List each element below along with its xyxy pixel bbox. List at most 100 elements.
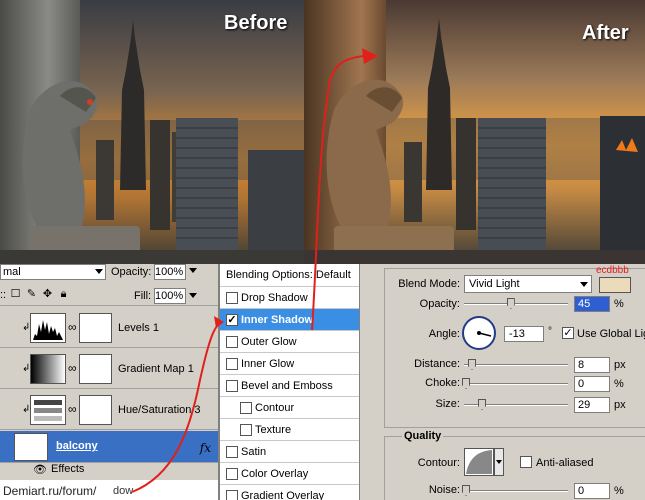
chain-link-icon[interactable]: ∞ — [68, 361, 77, 375]
layers-top-row: mal Opacity: 100% — [0, 264, 218, 283]
layer-mask-thumbnail[interactable] — [79, 354, 112, 384]
layer-name: balcony — [56, 440, 98, 452]
style-checkbox[interactable] — [240, 424, 252, 436]
size-unit: px — [614, 399, 626, 411]
color-hex-note: ecdbbb — [596, 265, 629, 276]
style-checkbox[interactable] — [226, 446, 238, 458]
lock-position-move-icon[interactable]: ✥ — [42, 289, 53, 300]
style-checkbox[interactable] — [226, 468, 238, 480]
chevron-down-icon — [95, 269, 103, 274]
style-item-texture[interactable]: Texture — [220, 418, 359, 440]
chevron-down-icon — [496, 460, 502, 464]
style-checkbox[interactable] — [226, 292, 238, 304]
opacity-slider[interactable] — [464, 298, 568, 310]
use-global-light-label: Use Global Light — [577, 328, 645, 340]
fill-dropdown-icon[interactable] — [189, 293, 197, 298]
lock-transparent-icon[interactable]: ☐ — [10, 289, 21, 300]
style-item-label: Gradient Overlay — [241, 490, 325, 500]
distance-input[interactable]: 8 — [574, 357, 610, 373]
slider-thumb[interactable] — [462, 378, 470, 389]
slider-track — [464, 364, 568, 366]
slider-track — [464, 490, 568, 492]
size-input[interactable]: 29 — [574, 397, 610, 413]
distance-slider[interactable] — [464, 359, 568, 371]
layer-row-balcony[interactable]: balcony fx — [0, 431, 218, 463]
style-checkbox[interactable]: ✓ — [226, 314, 238, 326]
layer-blend-mode-select[interactable]: mal — [0, 264, 106, 280]
style-item-satin[interactable]: Satin — [220, 440, 359, 462]
fx-icon[interactable]: fx — [200, 441, 211, 455]
effects-label: Effects — [51, 463, 85, 475]
style-item-label: Contour — [255, 402, 295, 414]
angle-dial[interactable] — [462, 316, 496, 350]
lock-all-icon[interactable]: 🔒︎ — [58, 289, 69, 300]
style-checkbox[interactable] — [226, 358, 238, 370]
chain-link-icon[interactable]: ∞ — [68, 402, 77, 416]
watermark-bar: Demiart.ru/forum/ dow — [0, 480, 218, 500]
style-item-inner-glow[interactable]: Inner Glow — [220, 352, 359, 374]
choke-slider[interactable] — [462, 378, 568, 390]
style-checkbox[interactable] — [226, 490, 238, 500]
slider-thumb[interactable] — [478, 399, 486, 410]
layer-blend-mode-value: mal — [3, 266, 21, 278]
layer-opacity-label: Opacity: — [111, 266, 152, 278]
style-checkbox[interactable] — [226, 336, 238, 348]
contour-preview[interactable] — [464, 448, 494, 476]
effects-row[interactable]: 👁︎ Effects — [0, 460, 218, 478]
layer-name: Gradient Map 1 — [118, 363, 194, 375]
fill-input[interactable]: 100% — [154, 288, 186, 304]
noise-slider[interactable] — [462, 485, 568, 497]
layer-opacity-input[interactable]: 100% — [154, 264, 186, 280]
chain-link-icon[interactable]: ∞ — [68, 320, 77, 334]
layer-row-levels[interactable]: ↲ ∞ Levels 1 — [0, 308, 218, 348]
style-item-contour[interactable]: Contour — [220, 396, 359, 418]
slider-thumb[interactable] — [506, 298, 515, 309]
quality-title: Quality — [402, 430, 444, 442]
degree-symbol: ° — [548, 326, 552, 337]
style-item-label: Inner Glow — [241, 358, 295, 370]
style-item-label: Bevel and Emboss — [241, 380, 333, 392]
lock-label: :: — [0, 289, 7, 301]
inner-shadow-settings: ecdbbb Blend Mode: Vivid Light Opacity: … — [360, 264, 645, 500]
style-checkbox[interactable] — [226, 380, 238, 392]
layer-row-hue-saturation[interactable]: ↲ ∞ Hue/Saturation 3 — [0, 390, 218, 430]
anti-aliased-label: Anti-aliased — [536, 457, 594, 469]
size-slider[interactable] — [464, 399, 568, 411]
blending-options-header[interactable]: Blending Options: Default — [220, 264, 359, 286]
angle-input[interactable]: -13 — [504, 326, 544, 342]
blend-mode-select[interactable]: Vivid Light — [464, 275, 592, 293]
lock-image-brush-icon[interactable]: ✎ — [26, 289, 37, 300]
layer-mask-thumbnail[interactable] — [79, 313, 112, 343]
layer-row-gradient-map[interactable]: ↲ ∞ Gradient Map 1 — [0, 349, 218, 389]
opacity-input[interactable]: 45 — [574, 296, 610, 312]
distance-unit: px — [614, 359, 626, 371]
slider-thumb[interactable] — [468, 359, 476, 370]
noise-input[interactable]: 0 — [574, 483, 610, 499]
before-image: Before — [0, 0, 304, 264]
choke-input[interactable]: 0 — [574, 376, 610, 392]
style-item-color-overlay[interactable]: Color Overlay — [220, 462, 359, 484]
style-item-bevel-and-emboss[interactable]: Bevel and Emboss — [220, 374, 359, 396]
style-item-inner-shadow[interactable]: ✓ Inner Shadow — [220, 308, 359, 330]
style-item-label: Outer Glow — [241, 336, 297, 348]
opacity-dropdown-icon[interactable] — [189, 268, 197, 273]
layer-name: Hue/Saturation 3 — [118, 404, 201, 416]
shadow-color-swatch[interactable] — [599, 277, 631, 293]
after-image: After — [304, 0, 645, 264]
contour-picker-button[interactable] — [494, 448, 504, 476]
anti-aliased-checkbox[interactable] — [520, 456, 532, 468]
choke-label: Choke: — [425, 377, 460, 389]
eye-icon[interactable]: 👁︎ — [33, 463, 47, 476]
style-item-drop-shadow[interactable]: Drop Shadow — [220, 286, 359, 308]
style-item-gradient-overlay[interactable]: Gradient Overlay — [220, 484, 359, 500]
effect-row-partial-text: dow — [113, 485, 134, 497]
layer-mask-thumbnail[interactable] — [79, 395, 112, 425]
use-global-light-checkbox[interactable]: ✓ — [562, 327, 574, 339]
watermark-text: Demiart.ru/forum/ — [3, 484, 97, 498]
slider-thumb[interactable] — [462, 485, 470, 496]
before-scene — [0, 0, 304, 264]
style-item-label: Satin — [241, 446, 267, 458]
noise-unit: % — [614, 485, 624, 497]
style-checkbox[interactable] — [240, 402, 252, 414]
style-item-outer-glow[interactable]: Outer Glow — [220, 330, 359, 352]
